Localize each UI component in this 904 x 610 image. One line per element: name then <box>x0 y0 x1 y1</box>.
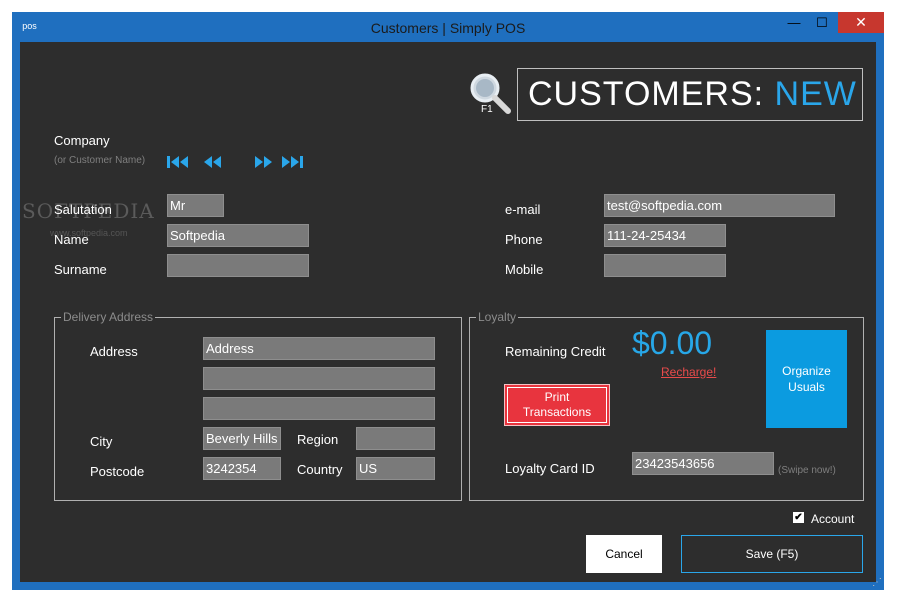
name-label: Name <box>54 232 89 247</box>
remaining-credit-label: Remaining Credit <box>505 344 606 359</box>
page-title-prefix: CUSTOMERS: <box>528 75 765 113</box>
salutation-field[interactable]: Mr <box>167 194 224 217</box>
delivery-address-legend: Delivery Address <box>61 310 156 324</box>
first-record-icon[interactable] <box>167 156 188 168</box>
email-field[interactable]: test@softpedia.com <box>604 194 835 217</box>
search-button[interactable]: F1 <box>464 71 516 121</box>
minimize-button[interactable]: — <box>780 12 808 33</box>
company-label: Company <box>54 133 110 148</box>
loyalty-legend: Loyalty <box>476 310 519 324</box>
region-field[interactable] <box>356 427 435 450</box>
address-line2-field[interactable] <box>203 367 435 390</box>
organize-label-line2: Usuals <box>788 380 825 394</box>
city-label: City <box>90 434 113 449</box>
region-label: Region <box>297 432 339 447</box>
window-title: Customers | Simply POS <box>370 20 526 36</box>
print-label-line1: Print <box>544 390 570 404</box>
print-label-line2: Transactions <box>522 405 592 419</box>
country-label: Country <box>297 462 343 477</box>
swipe-hint: (Swipe now!) <box>778 465 836 476</box>
phone-label: Phone <box>505 232 543 247</box>
cancel-button[interactable]: Cancel <box>586 535 662 573</box>
loyalty-card-field[interactable]: 23423543656 <box>632 452 774 475</box>
delivery-address-group: Delivery Address Address Address City Be… <box>54 310 462 501</box>
title-bar[interactable]: pos Customers | Simply POS — ☐ ✕ <box>12 12 884 42</box>
last-record-icon[interactable] <box>282 156 303 168</box>
credit-amount: $0.00 <box>632 325 713 361</box>
recharge-link[interactable]: Recharge! <box>661 365 716 379</box>
loyalty-card-label: Loyalty Card ID <box>505 461 595 476</box>
city-field[interactable]: Beverly Hills <box>203 427 281 450</box>
save-button[interactable]: Save (F5) <box>681 535 863 573</box>
mobile-field[interactable] <box>604 254 726 277</box>
organize-usuals-button[interactable]: Organize Usuals <box>766 330 847 428</box>
country-field[interactable]: US <box>356 457 435 480</box>
postcode-field[interactable]: 3242354 <box>203 457 281 480</box>
surname-field[interactable] <box>167 254 309 277</box>
previous-record-icon[interactable] <box>204 156 221 168</box>
search-shortcut: F1 <box>481 104 493 115</box>
organize-label-line1: Organize <box>782 364 831 378</box>
app-window: pos Customers | Simply POS — ☐ ✕ SOFTPED… <box>12 12 884 590</box>
page-title-state: NEW <box>774 75 857 113</box>
address-line3-field[interactable] <box>203 397 435 420</box>
mobile-label: Mobile <box>505 262 544 277</box>
next-record-icon[interactable] <box>255 156 272 168</box>
address-label: Address <box>90 344 138 359</box>
close-button[interactable]: ✕ <box>838 12 884 33</box>
email-label: e-mail <box>505 202 541 217</box>
surname-label: Surname <box>54 262 107 277</box>
company-hint: (or Customer Name) <box>54 155 146 166</box>
maximize-button[interactable]: ☐ <box>808 12 836 33</box>
print-transactions-button[interactable]: Print Transactions <box>504 384 610 426</box>
phone-field[interactable]: 111-24-25434 <box>604 224 726 247</box>
record-navigation <box>167 156 303 168</box>
salutation-label: Salutation <box>54 202 112 217</box>
resize-grip[interactable]: ⋰ <box>872 577 882 588</box>
account-label: Account <box>811 512 855 526</box>
postcode-label: Postcode <box>90 464 145 479</box>
address-line1-field[interactable]: Address <box>203 337 435 360</box>
name-field[interactable]: Softpedia <box>167 224 309 247</box>
page-title: CUSTOMERS: NEW <box>517 68 863 121</box>
customers-form: SOFTPEDIA www.softpedia.com F1 CUSTOMERS… <box>20 42 876 582</box>
account-checkbox[interactable]: ✔ <box>793 512 804 523</box>
